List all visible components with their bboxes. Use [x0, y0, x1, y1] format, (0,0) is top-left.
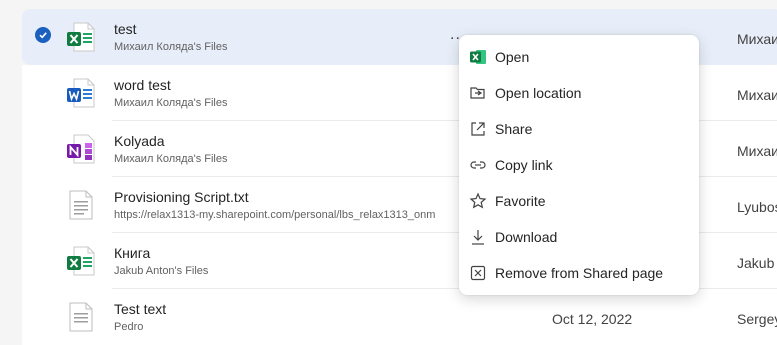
- menu-item-label: Remove from Shared page: [495, 265, 664, 281]
- menu-item-label: Copy link: [495, 157, 553, 173]
- excel-icon: [469, 48, 487, 66]
- file-name[interactable]: test: [114, 21, 137, 37]
- shared-date: Oct 12, 2022: [552, 311, 633, 327]
- star-icon: [469, 192, 487, 210]
- file-name[interactable]: Книга: [114, 245, 150, 261]
- onenote-file-icon: [66, 133, 96, 165]
- menu-item-label: Open: [495, 49, 530, 65]
- file-location: Jakub Anton's Files: [114, 265, 209, 277]
- shared-by: Михаил: [737, 31, 777, 47]
- menu-item-download[interactable]: Download: [459, 219, 699, 255]
- file-location: Михаил Коляда's Files: [114, 153, 228, 165]
- menu-item-open[interactable]: Open: [459, 39, 699, 75]
- file-name[interactable]: Kolyada: [114, 133, 165, 149]
- selected-checkmark-icon[interactable]: [35, 27, 51, 43]
- file-name[interactable]: Provisioning Script.txt: [114, 189, 249, 205]
- file-location: Михаил Коляда's Files: [114, 97, 228, 109]
- folder-location-icon: [469, 84, 487, 102]
- menu-item-copy-link[interactable]: Copy link: [459, 147, 699, 183]
- menu-item-favorite[interactable]: Favorite: [459, 183, 699, 219]
- menu-item-label: Open location: [495, 85, 582, 101]
- text-file-icon: [66, 301, 96, 333]
- file-location: Pedro: [114, 321, 144, 333]
- file-location: https://relax1313-my.sharepoint.com/pers…: [114, 209, 436, 221]
- shared-by: Михаил: [737, 143, 777, 159]
- shared-by: Lyubos: [737, 199, 777, 215]
- menu-item-label: Download: [495, 229, 558, 245]
- text-file-icon: [66, 189, 96, 221]
- shared-by: Jakub A: [737, 255, 777, 271]
- file-row-test-text[interactable]: Test text Pedro Oct 12, 2022 Sergey: [22, 289, 777, 345]
- file-context-menu: Open Open location Share Copy link Favor…: [459, 35, 699, 295]
- menu-item-label: Favorite: [495, 193, 546, 209]
- share-icon: [469, 120, 487, 138]
- word-file-icon: [66, 77, 96, 109]
- excel-file-icon: [66, 245, 96, 277]
- excel-file-icon: [66, 21, 96, 53]
- menu-item-remove-from-shared[interactable]: Remove from Shared page: [459, 255, 699, 291]
- file-location: Михаил Коляда's Files: [114, 41, 228, 53]
- link-icon: [469, 156, 487, 174]
- file-name[interactable]: word test: [114, 77, 171, 93]
- file-name[interactable]: Test text: [114, 301, 166, 317]
- shared-by: Михаил: [737, 87, 777, 103]
- shared-by: Sergey: [737, 311, 777, 327]
- remove-icon: [469, 264, 487, 282]
- menu-item-share[interactable]: Share: [459, 111, 699, 147]
- menu-item-open-location[interactable]: Open location: [459, 75, 699, 111]
- menu-item-label: Share: [495, 121, 533, 137]
- download-icon: [469, 228, 487, 246]
